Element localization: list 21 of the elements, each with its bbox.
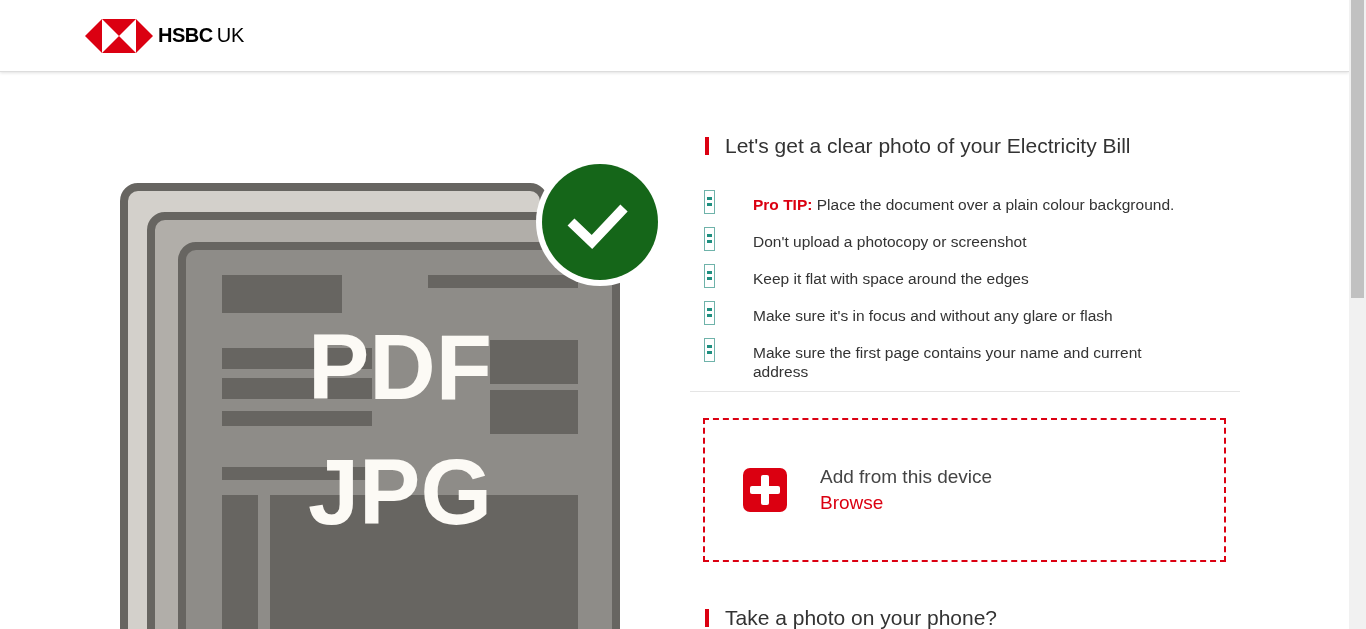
upload-title: Add from this device: [820, 466, 993, 488]
missing-glyph-icon: [704, 301, 715, 325]
tip-text: Don't upload a photocopy or screenshot: [753, 232, 1028, 251]
missing-glyph-icon: [704, 264, 715, 288]
hexagon-logo-icon: [85, 18, 153, 53]
section-heading: Take a photo on your phone?: [705, 609, 1240, 627]
section-heading: Let's get a clear photo of your Electricity Bill: [705, 137, 1240, 155]
browse-link[interactable]: Browse: [820, 492, 993, 514]
add-icon: [743, 468, 787, 512]
file-format-label: PDF: [308, 316, 492, 418]
hsbc-logo[interactable]: HSBC UK: [85, 18, 245, 53]
missing-glyph-icon: [704, 190, 715, 214]
tip-text: Make sure it's in focus and without any glare or flash: [753, 306, 1114, 325]
upload-dropzone[interactable]: Add from this device Browse: [703, 418, 1226, 562]
file-format-label: JPG: [307, 441, 493, 543]
tip-text: Pro TIP: Place the document over a plain colour background.: [753, 195, 1176, 214]
scrollbar-thumb[interactable]: [1351, 0, 1364, 298]
missing-glyph-icon: [704, 338, 715, 362]
tip-text: Make sure the first page contains your name and current address: [753, 343, 1143, 381]
tip-text: Keep it flat with space around the edges: [753, 269, 1030, 288]
missing-glyph-icon: [704, 227, 715, 251]
